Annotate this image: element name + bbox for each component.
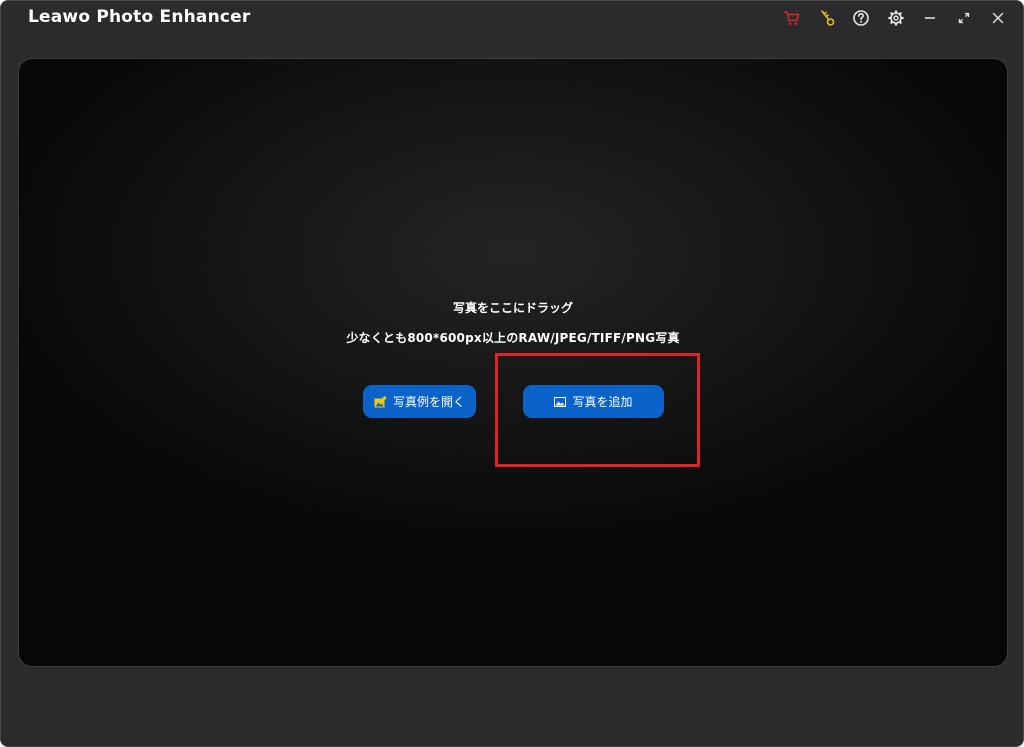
- register-key-button[interactable]: [816, 7, 838, 29]
- add-photo-button[interactable]: 写真を追加: [523, 385, 664, 418]
- cart-button[interactable]: [781, 7, 803, 29]
- drag-hint-text: 写真をここにドラッグ: [452, 301, 573, 315]
- gear-icon: [888, 10, 904, 26]
- app-title: Leawo Photo Enhancer: [28, 7, 251, 27]
- key-icon: [821, 10, 835, 26]
- minimize-button[interactable]: [919, 7, 941, 29]
- open-sample-button[interactable]: 写真例を開く: [363, 385, 476, 418]
- requirement-text: 少なくとも800*600px以上のRAW/JPEG/TIFF/PNG写真: [346, 331, 680, 345]
- close-button[interactable]: [987, 7, 1009, 29]
- image-icon: [554, 396, 567, 407]
- cart-icon: [783, 11, 800, 25]
- maximize-button[interactable]: [953, 7, 975, 29]
- help-icon: [853, 10, 869, 26]
- settings-button[interactable]: [885, 7, 907, 29]
- maximize-icon: [958, 12, 970, 24]
- photo-drop-zone[interactable]: 写真をここにドラッグ 少なくとも800*600px以上のRAW/JPEG/TIF…: [18, 58, 1008, 667]
- add-photo-label: 写真を追加: [572, 395, 633, 409]
- app-window: Leawo Photo Enhancer 写真をここにドラッグ 少なくとも800…: [0, 0, 1024, 747]
- minimize-icon: [925, 17, 935, 19]
- open-sample-label: 写真例を開く: [392, 395, 465, 409]
- help-button[interactable]: [850, 7, 872, 29]
- close-icon: [992, 12, 1004, 24]
- title-bar[interactable]: Leawo Photo Enhancer: [1, 1, 1023, 41]
- sample-photo-icon: [374, 395, 387, 407]
